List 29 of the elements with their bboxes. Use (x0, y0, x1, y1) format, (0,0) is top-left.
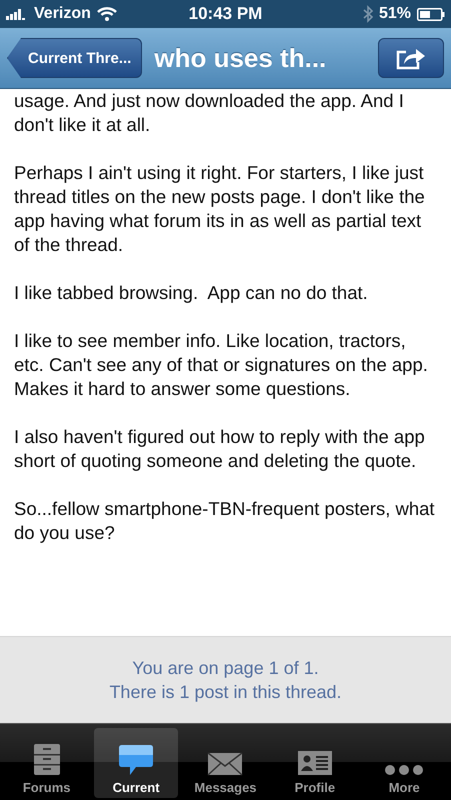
share-icon (396, 46, 426, 70)
post-paragraph: Perhaps I ain't using it right. For starters, I like just thread titles on the new posts page. I don't like the app having what forum its in as well as partial text of the thread. (14, 161, 426, 257)
speech-bubble-icon (118, 744, 154, 776)
back-button[interactable]: Current Thre... (7, 38, 142, 78)
signal-icon (6, 8, 28, 20)
thread-title: who uses th... (154, 42, 328, 74)
post-paragraph: usage. And just now downloaded the app. And I don't like it at all. (14, 89, 405, 137)
post-paragraph: So...fellow smartphone-TBN-frequent posters, what do you use? (14, 497, 436, 545)
post-paragraph: I like tabbed browsing. App can no do that. (14, 281, 369, 305)
contact-card-icon (296, 750, 333, 776)
tab-item[interactable]: Forums (4, 728, 89, 798)
tab-item[interactable]: Messages (183, 728, 268, 798)
battery-icon (417, 8, 445, 20)
tab-item[interactable]: Profile (272, 728, 357, 798)
tab-item[interactable]: More (362, 728, 446, 798)
battery-percent: 51% (378, 5, 411, 23)
file-cabinet-icon (32, 742, 62, 776)
more-dots-icon (384, 764, 424, 776)
share-button[interactable] (378, 38, 444, 78)
post-paragraph: I also haven't figured out how to reply with the app short of quoting someone and deleting the quote. (14, 425, 426, 473)
wifi-icon (96, 7, 117, 21)
clock-time: 10:43 PM (188, 4, 264, 24)
post-paragraph: I like to see member info. Like location, tractors, etc. Can't see any of that or signatures on the app. Makes it hard to answer some questions. (14, 329, 429, 401)
tab-item[interactable]: Current (94, 728, 178, 798)
envelope-icon (207, 752, 244, 776)
carrier-name: Verizon (34, 5, 91, 23)
page-info-text: You are on page 1 of 1. (132, 657, 319, 680)
bluetooth-icon (362, 5, 373, 23)
page-info-text: There is 1 post in this thread. (109, 681, 342, 704)
